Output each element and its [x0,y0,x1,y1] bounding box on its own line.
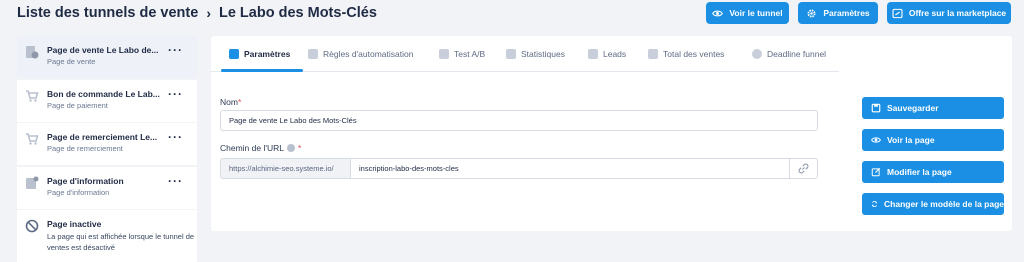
settings-button[interactable]: Paramètres [798,2,878,24]
help-icon[interactable] [286,144,295,152]
edit-page-button[interactable]: Modifier la page [862,161,1004,183]
name-label: Nom* [220,97,242,107]
view-funnel-button[interactable]: Voir le tunnel [706,2,789,24]
store-icon [892,8,903,18]
ab-test-icon [439,49,449,59]
sidebar-item-description: La page qui est affichée lorsque le tunn… [47,232,195,252]
breadcrumb: Liste des tunnels de vente › Le Labo des… [17,4,377,22]
tab-total-sales[interactable]: Total des ventes [648,49,724,59]
tab-bar: Paramètres Règles d'automatisation Test … [211,36,839,72]
page-settings-panel: Paramètres Règles d'automatisation Test … [211,36,1012,231]
breadcrumb-separator: › [206,5,211,21]
people-icon [588,49,598,59]
sidebar-item-order-form[interactable]: Bon de commande Le Lab... Page de paieme… [17,79,197,122]
sidebar-item-info-page[interactable]: Page d'information Page d'information ··… [17,166,197,209]
tab-deadline-funnel[interactable]: Deadline funnel [752,49,826,59]
save-button[interactable]: Sauvegarder [862,97,1004,119]
sidebar-item-title: Page inactive [47,219,102,229]
sidebar-item-inactive-page[interactable]: Page inactive La page qui est affichée l… [17,210,197,262]
sidebar-item-title: Bon de commande Le Lab... [47,88,160,99]
info-page-icon [26,176,39,189]
bar-chart-icon [506,49,516,59]
more-options-icon[interactable]: ··· [168,131,183,143]
disabled-icon [25,219,39,233]
more-options-icon[interactable]: ··· [168,88,183,100]
sidebar-item-title: Page d'information [47,175,124,186]
more-options-icon[interactable]: ··· [168,175,183,187]
eye-icon [871,137,881,143]
sliders-icon [229,49,239,59]
marketplace-offer-button[interactable]: Offre sur la marketplace [887,2,1011,24]
tab-parametres[interactable]: Paramètres [229,49,290,59]
sidebar-item-subtitle: Page de vente [47,57,96,66]
url-path-input[interactable]: inscription-labo-des-mots-cles [350,158,790,179]
tab-ab-test[interactable]: Test A/B [439,49,485,59]
sidebar-item-sales-page[interactable]: Page de vente Le Labo de... Page de vent… [17,36,197,78]
sidebar-item-subtitle: Page de remerciement [47,144,123,153]
required-mark: * [297,143,302,153]
refresh-icon [871,200,878,208]
cart-icon [26,89,39,102]
sidebar-item-subtitle: Page de paiement [47,100,108,110]
sales-page-icon [26,46,39,59]
sidebar-item-thank-you-page[interactable]: Page de remerciement Le... Page de remer… [17,123,197,165]
required-mark: * [237,97,242,107]
sidebar-item-subtitle: Page d'information [47,187,110,197]
tab-leads[interactable]: Leads [588,49,626,59]
clock-icon [752,49,762,59]
page-title: Le Labo des Mots-Clés [218,5,377,21]
automation-icon [308,49,318,59]
name-field[interactable]: Page de vente Le Labo des Mots-Clés [220,110,818,131]
tab-automation-rules[interactable]: Règles d'automatisation [308,49,413,59]
funnel-steps-sidebar: Page de vente Le Labo de... Page de vent… [17,36,197,262]
gear-icon [807,9,816,17]
dollar-icon [648,49,658,59]
tab-statistics[interactable]: Statistiques [506,49,565,59]
url-path-label: Chemin de l'URL * [220,143,302,153]
sidebar-item-title: Page de vente Le Labo de... [47,45,159,55]
change-template-button[interactable]: Changer le modèle de la page [862,193,1004,215]
url-domain-prefix: https://alchimie-seo.systeme.io/ [220,158,351,179]
save-icon [871,103,881,113]
active-tab-indicator [221,69,303,72]
link-icon [798,163,809,174]
edit-icon [871,167,881,177]
breadcrumb-root-link[interactable]: Liste des tunnels de vente [17,5,198,21]
copy-link-button[interactable] [789,158,818,179]
cart-check-icon [26,133,39,145]
sidebar-item-title: Page de remerciement Le... [47,132,158,142]
view-page-button[interactable]: Voir la page [862,129,1004,151]
eye-icon [712,10,724,16]
more-options-icon[interactable]: ··· [168,44,183,56]
